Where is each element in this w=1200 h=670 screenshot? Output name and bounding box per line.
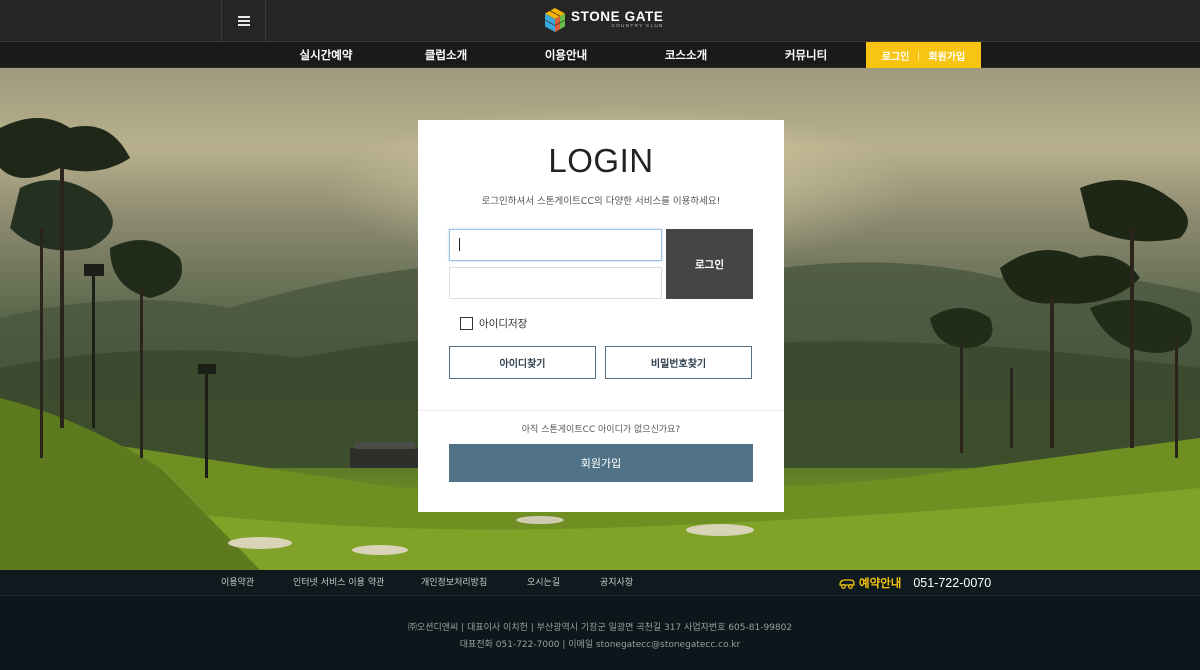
main-nav: 실시간예약 클럽소개 이용안내 코스소개 커뮤니티 로그인 회원가입 — [0, 42, 1200, 68]
password-input[interactable] — [449, 267, 662, 299]
login-title: LOGIN — [548, 142, 654, 179]
reservation-phone: 051-722-0070 — [913, 576, 992, 590]
contact-info-line: 대표전화 051-722-7000 | 이메일 stonegatecc@ston… — [459, 640, 741, 650]
footer-link-internet-terms[interactable]: 인터넷 서비스 이용 약관 — [293, 570, 384, 596]
no-account-text: 아직 스톤게이트CC 아이디가 없으신가요? — [521, 425, 681, 435]
footer-link-privacy[interactable]: 개인정보처리방침 — [421, 570, 487, 596]
reservation-info: 예약안내 051-722-0070 — [839, 570, 991, 596]
footer-links-bar: 이용약관 인터넷 서비스 이용 약관 개인정보처리방침 오시는길 공지사항 예약… — [0, 570, 1200, 596]
save-id-checkbox[interactable] — [460, 317, 473, 330]
nav-item-course[interactable]: 코스소개 — [626, 42, 746, 68]
logo-subtitle: COUNTRY CLUB — [611, 24, 664, 29]
footer-link-directions[interactable]: 오시는길 — [527, 570, 560, 596]
company-info-line: ㈜오션디앤씨 | 대표이사 이치헌 | 부산광역시 기장군 일광면 곡천길 31… — [407, 623, 793, 633]
card-divider — [418, 410, 784, 411]
user-id-input[interactable] — [449, 229, 662, 261]
site-logo[interactable]: STONE GATE COUNTRY CLUB — [544, 7, 664, 33]
menu-button[interactable] — [221, 0, 266, 42]
login-description: 로그인하셔서 스톤게이트CC의 다양한 서비스를 이용하세요! — [481, 196, 721, 207]
hamburger-icon — [237, 16, 250, 26]
nav-signup-link[interactable]: 회원가입 — [928, 48, 965, 63]
text-caret — [459, 238, 460, 251]
login-card: LOGIN 로그인하셔서 스톤게이트CC의 다양한 서비스를 이용하세요! 로그… — [418, 120, 784, 512]
nav-item-guide[interactable]: 이용안내 — [506, 42, 626, 68]
save-id-label: 아이디저장 — [479, 318, 528, 330]
nav-item-reservation[interactable]: 실시간예약 — [266, 42, 386, 68]
top-header: STONE GATE COUNTRY CLUB — [0, 0, 1200, 42]
logo-name: STONE GATE — [571, 9, 664, 24]
nav-item-club[interactable]: 클럽소개 — [386, 42, 506, 68]
find-password-button[interactable]: 비밀번호찾기 — [605, 346, 752, 379]
signup-button[interactable]: 회원가입 — [449, 444, 753, 482]
footer-company-info: ㈜오션디앤씨 | 대표이사 이치헌 | 부산광역시 기장군 일광면 곡천길 31… — [0, 596, 1200, 670]
nav-auth-box: 로그인 회원가입 — [866, 42, 981, 68]
reservation-label: 예약안내 — [859, 576, 902, 590]
footer-link-terms[interactable]: 이용약관 — [221, 570, 254, 596]
footer-link-notice[interactable]: 공지사항 — [600, 570, 633, 596]
login-submit-button[interactable]: 로그인 — [666, 229, 753, 299]
nav-login-link[interactable]: 로그인 — [882, 48, 910, 63]
save-id-option[interactable]: 아이디저장 — [460, 316, 527, 331]
nav-auth-divider — [918, 50, 920, 60]
golf-cart-icon — [839, 579, 855, 589]
logo-cube-icon — [544, 8, 566, 32]
nav-item-community[interactable]: 커뮤니티 — [746, 42, 866, 68]
find-id-button[interactable]: 아이디찾기 — [449, 346, 596, 379]
